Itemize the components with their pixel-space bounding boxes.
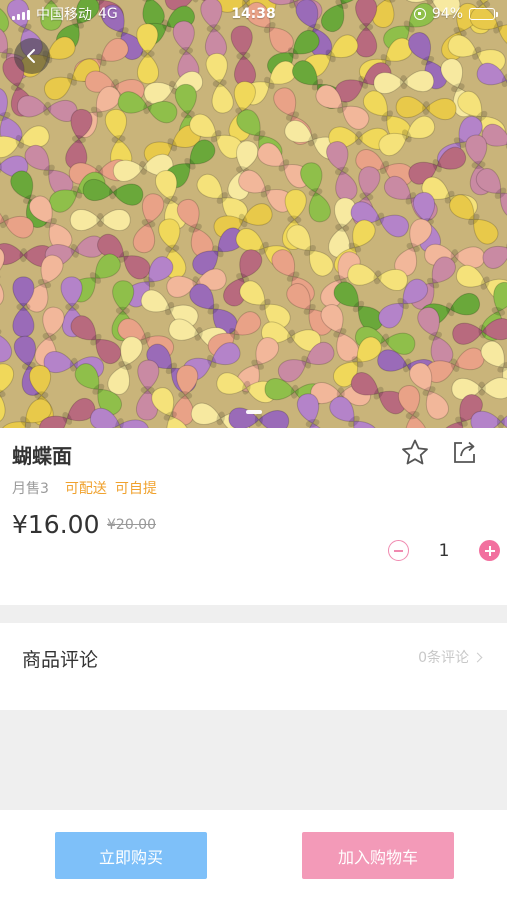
share-icon (454, 441, 475, 463)
product-meta: 月售3 可配送 可自提 (12, 478, 157, 498)
quantity-stepper: 1 (388, 540, 500, 561)
battery-icon (469, 8, 498, 20)
delivery-tag: 可配送 (64, 481, 107, 497)
quantity-value: 1 (438, 540, 450, 561)
pasta-photo (0, 0, 507, 428)
chevron-right-icon (472, 652, 483, 662)
product-title: 蝴蝶面 (12, 444, 72, 468)
share-button[interactable] (450, 438, 478, 470)
rotation-lock-icon (413, 8, 426, 20)
buy-now-button[interactable]: 立即购买 (55, 832, 207, 879)
review-count-link[interactable]: 0条评论 (418, 647, 483, 667)
minus-icon (394, 549, 403, 552)
star-icon (402, 439, 428, 465)
add-to-cart-button[interactable]: 加入购物车 (302, 832, 454, 879)
product-image[interactable] (0, 0, 507, 428)
carousel-indicator (246, 410, 262, 414)
sold-count: 月售3 (12, 481, 49, 497)
pickup-tag: 可自提 (114, 481, 157, 497)
review-count: 0条评论 (418, 650, 469, 666)
original-price: ¥20.00 (107, 517, 156, 533)
chevron-left-icon (27, 49, 35, 63)
decrease-button[interactable] (388, 540, 409, 561)
product-info-card: 蝴蝶面 月售3 可配送 可自提 ¥16.00 ¥20.00 1 (0, 428, 507, 605)
favorite-button[interactable] (400, 438, 430, 472)
review-section[interactable]: 商品评论 0条评论 (0, 623, 507, 710)
clock: 14:38 (231, 6, 276, 22)
bottom-action-bar: 立即购买 加入购物车 (0, 810, 507, 900)
back-button[interactable] (14, 38, 50, 74)
status-bar: 中国移动 4G 14:38 94% (0, 0, 507, 28)
increase-button[interactable] (479, 540, 500, 561)
current-price: ¥16.00 (12, 510, 100, 539)
review-label: 商品评论 (22, 649, 99, 671)
